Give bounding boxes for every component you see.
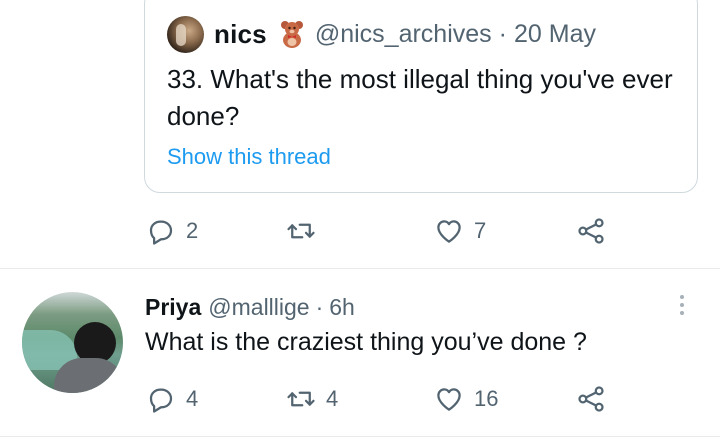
avatar[interactable] bbox=[22, 292, 123, 393]
reply-icon bbox=[149, 388, 173, 413]
divider bbox=[0, 436, 720, 437]
reply-tweet-header: Priya @malllige · 6h bbox=[145, 290, 355, 324]
handle[interactable]: @malllige bbox=[208, 294, 309, 321]
heart-icon bbox=[437, 220, 461, 243]
quoted-tweet-card[interactable]: nics @nics_archives · 20 May 33. What's … bbox=[144, 0, 698, 193]
tweet-actions: 4 4 16 bbox=[146, 379, 616, 419]
reply-icon bbox=[149, 220, 173, 245]
share-button[interactable] bbox=[576, 211, 606, 251]
retweet-button[interactable] bbox=[286, 211, 326, 251]
display-name[interactable]: Priya bbox=[145, 294, 201, 321]
heart-icon bbox=[437, 388, 461, 411]
timestamp[interactable]: 6h bbox=[329, 294, 355, 321]
retweet-icon bbox=[287, 223, 315, 239]
reply-count: 2 bbox=[186, 218, 199, 243]
more-dot-icon bbox=[680, 311, 684, 315]
like-button[interactable]: 16 bbox=[434, 379, 498, 419]
reply-count: 4 bbox=[186, 386, 199, 411]
timestamp[interactable]: 20 May bbox=[514, 20, 596, 49]
retweet-icon bbox=[287, 391, 315, 407]
reply-button[interactable]: 2 bbox=[146, 211, 198, 251]
share-icon bbox=[578, 218, 604, 244]
tweet-actions: 2 7 bbox=[146, 211, 616, 251]
more-dot-icon bbox=[680, 303, 684, 307]
tweet-text: 33. What's the most illegal thing you've… bbox=[167, 64, 673, 131]
show-thread-link[interactable]: Show this thread bbox=[167, 144, 331, 170]
handle[interactable]: @nics_archives bbox=[315, 20, 492, 49]
tweet-text: What is the craziest thing you’ve done ? bbox=[145, 328, 587, 356]
retweet-count: 4 bbox=[326, 386, 339, 411]
more-dot-icon bbox=[680, 295, 684, 299]
like-button[interactable]: 7 bbox=[434, 211, 486, 251]
divider bbox=[0, 268, 720, 269]
share-icon bbox=[578, 386, 604, 412]
display-name[interactable]: nics bbox=[214, 19, 267, 50]
teddy-bear-icon bbox=[280, 21, 303, 48]
quoted-tweet-header: nics @nics_archives · 20 May bbox=[167, 14, 596, 54]
avatar[interactable] bbox=[167, 15, 204, 53]
share-button[interactable] bbox=[576, 379, 606, 419]
like-count: 7 bbox=[474, 218, 487, 243]
more-options-button[interactable] bbox=[670, 290, 694, 320]
separator: · bbox=[498, 19, 507, 48]
separator: · bbox=[315, 293, 324, 320]
like-count: 16 bbox=[474, 386, 499, 411]
reply-button[interactable]: 4 bbox=[146, 379, 198, 419]
retweet-button[interactable]: 4 bbox=[286, 379, 338, 419]
